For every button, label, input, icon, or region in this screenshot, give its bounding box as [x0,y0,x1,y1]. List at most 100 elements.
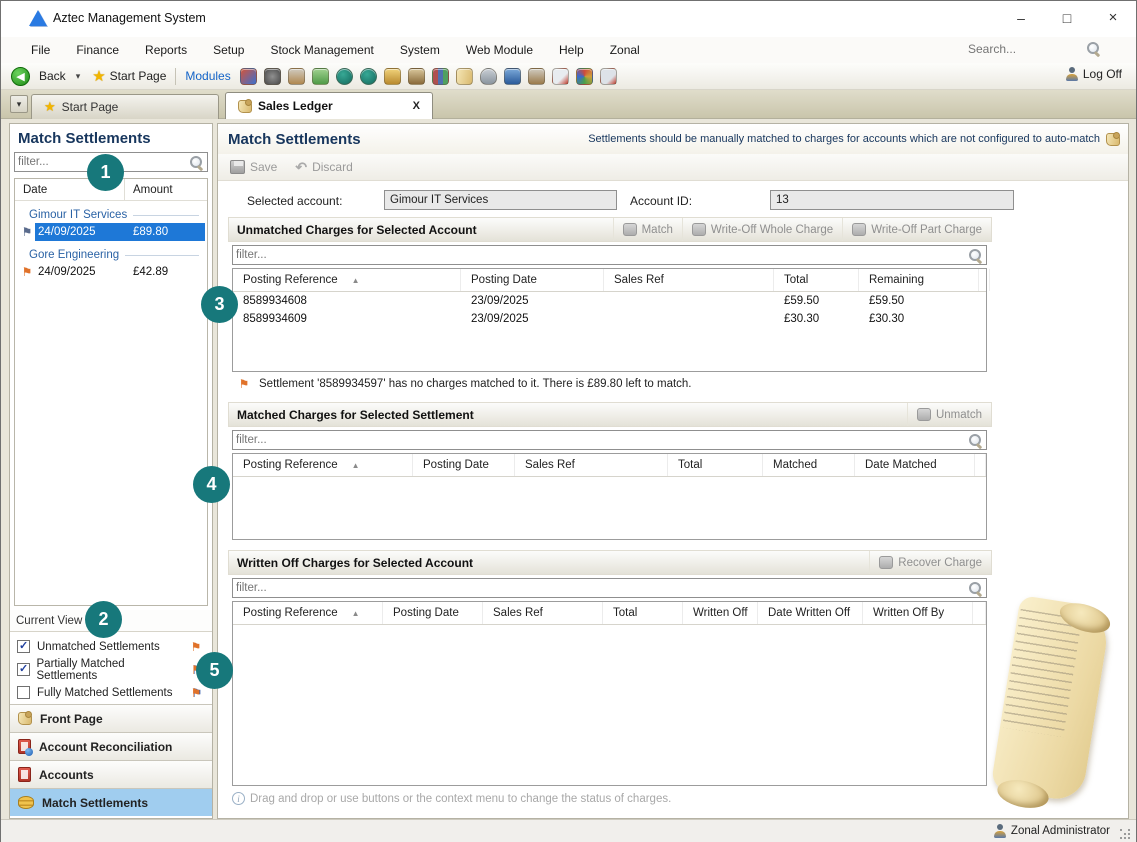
unmatched-filter-input[interactable] [236,249,968,261]
account-id-label: Account ID: [630,194,692,208]
col-sales-ref[interactable]: Sales Ref [515,454,668,476]
writeoff-whole-button[interactable]: Write-Off Whole Charge [682,218,842,241]
col-written-off-by[interactable]: Written Off By [863,602,973,624]
col-matched[interactable]: Matched [763,454,855,476]
global-search[interactable] [968,41,1108,56]
start-page-button[interactable]: Start Page [110,69,167,83]
tab-sales-ledger[interactable]: Sales Ledger X [225,92,433,119]
checkbox-checked-icon[interactable] [17,640,30,653]
checkbox-checked-icon[interactable] [17,663,30,676]
writeoff-part-button[interactable]: Write-Off Part Charge [842,218,991,241]
nav-match-settlements[interactable]: Match Settlements [10,788,212,816]
col-posting-reference[interactable]: Posting Reference [233,602,383,624]
menu-stock-management[interactable]: Stock Management [270,43,373,57]
unmatched-flag-icon [188,640,204,654]
maximize-button[interactable]: □ [1044,1,1090,35]
settlement-row[interactable]: 24/09/2025£89.80 [19,223,205,241]
log-off-button[interactable]: Log Off [1066,67,1122,81]
menu-zonal[interactable]: Zonal [610,43,640,57]
log-off-person-icon [1066,67,1078,81]
col-date-matched[interactable]: Date Matched [855,454,975,476]
checkbox-unchecked-icon[interactable] [17,686,30,699]
col-written-off[interactable]: Written Off [683,602,758,624]
menu-reports[interactable]: Reports [145,43,187,57]
menu-system[interactable]: System [400,43,440,57]
timed-report-icon[interactable] [600,68,617,85]
col-sales-ref[interactable]: Sales Ref [483,602,603,624]
nav-account-reconciliation[interactable]: Account Reconciliation [10,732,212,760]
search-icon[interactable] [1086,41,1101,56]
gear-icon[interactable] [264,68,281,85]
tab-start-page[interactable]: Start Page [31,94,219,119]
clipboard-box-icon[interactable] [528,68,545,85]
nav-accounts[interactable]: Accounts [10,760,212,788]
till-icon[interactable] [384,68,401,85]
star-icon [92,67,105,85]
nav-front-page[interactable]: Front Page [10,704,212,732]
filter-option-fully-matched[interactable]: Fully Matched Settlements [10,681,212,704]
stock-box-icon[interactable] [288,68,305,85]
filter-option-partially-matched[interactable]: Partially Matched Settlements [10,658,212,681]
unmatched-filter[interactable] [232,245,987,265]
tab-close-icon[interactable]: X [413,100,420,112]
col-total[interactable]: Total [668,454,763,476]
col-sales-ref[interactable]: Sales Ref [604,269,774,291]
tab-list-dropdown-icon[interactable] [10,95,28,113]
save-button[interactable]: Save [230,160,277,174]
menu-help[interactable]: Help [559,43,584,57]
col-posting-date[interactable]: Posting Date [413,454,515,476]
reconciliation-book-icon [18,739,31,754]
menu-file[interactable]: File [31,43,50,57]
tab-strip: Start Page Sales Ledger X [1,90,1136,119]
search-input[interactable] [968,42,1086,56]
back-dropdown-icon[interactable] [76,71,81,82]
window-title: Aztec Management System [53,11,206,25]
menu-web-module[interactable]: Web Module [466,43,533,57]
ledger-books-icon[interactable] [432,68,449,85]
discard-button[interactable]: Discard [295,159,352,176]
menu-setup[interactable]: Setup [213,43,244,57]
col-posting-reference[interactable]: Posting Reference [233,269,461,291]
panel-toolbar: Save Discard [218,154,1128,181]
writtenoff-filter[interactable] [232,578,987,598]
col-remaining[interactable]: Remaining [859,269,979,291]
col-posting-reference[interactable]: Posting Reference [233,454,413,476]
column-amount[interactable]: Amount [125,179,173,201]
table-row[interactable]: 858993460823/09/2025£59.50£59.50 [233,292,986,310]
staff-group-icon[interactable] [504,68,521,85]
settlement-row[interactable]: 24/09/2025£42.89 [19,263,205,281]
lamp-badge-icon[interactable] [360,68,377,85]
col-date-written-off[interactable]: Date Written Off [758,602,863,624]
scheduler-clock-icon[interactable] [240,68,257,85]
close-button[interactable]: × [1090,1,1136,35]
col-total[interactable]: Total [774,269,859,291]
writtenoff-filter-input[interactable] [236,582,968,594]
database-icon[interactable] [480,68,497,85]
audit-search-icon[interactable] [552,68,569,85]
delivery-truck-icon[interactable] [408,68,425,85]
star-icon [44,99,56,115]
matched-filter-input[interactable] [236,434,968,446]
filter-option-unmatched[interactable]: Unmatched Settlements [10,635,212,658]
account-id-field[interactable] [770,190,1014,210]
selected-account-field[interactable] [384,190,617,210]
modules-button[interactable]: Modules [185,69,230,83]
resize-grip[interactable] [1120,829,1130,839]
table-row[interactable]: 858993460923/09/2025£30.30£30.30 [233,310,986,328]
minimize-button[interactable]: – [998,1,1044,35]
cash-notes-icon[interactable] [312,68,329,85]
matched-filter[interactable] [232,430,987,450]
col-total[interactable]: Total [603,602,683,624]
tab-sales-ledger-label: Sales Ledger [258,99,333,113]
person-badge-icon[interactable] [336,68,353,85]
user-person-icon [994,824,1006,838]
col-posting-date[interactable]: Posting Date [383,602,483,624]
scroll-icon[interactable] [456,68,473,85]
match-button[interactable]: Match [613,218,682,241]
back-button[interactable]: Back [11,67,80,86]
col-posting-date[interactable]: Posting Date [461,269,604,291]
recover-charge-button[interactable]: Recover Charge [869,551,991,574]
unmatch-button[interactable]: Unmatch [907,403,991,426]
menu-finance[interactable]: Finance [76,43,119,57]
palette-icon[interactable] [576,68,593,85]
